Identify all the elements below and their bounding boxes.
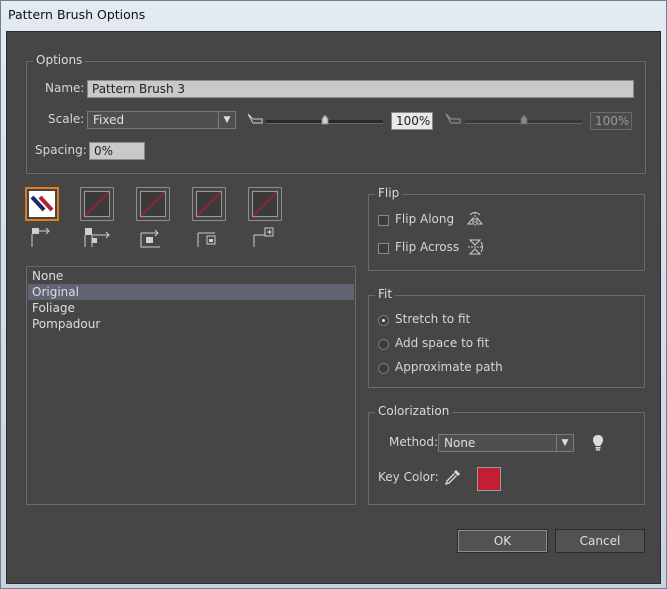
options-group: Options Name: Pattern Brush 3 Scale: Fix…	[26, 53, 646, 174]
scale-min-icon	[247, 113, 263, 124]
chevron-down-icon: ▼	[556, 435, 573, 451]
method-select[interactable]: None ▼	[438, 434, 574, 452]
tile-end-preview	[252, 191, 278, 217]
ok-button[interactable]: OK	[457, 529, 548, 553]
scale-min-slider-thumb[interactable]	[321, 115, 329, 125]
tile-outer-corner-preview	[84, 191, 110, 217]
stretch-to-fit-radio[interactable]	[378, 315, 389, 326]
no-pattern-slash-icon	[253, 192, 277, 216]
scale-max-percent: 100%	[590, 112, 632, 130]
spacing-label: Spacing:	[35, 143, 87, 157]
inner-corner-tile-icon	[140, 229, 160, 248]
tile-side-preview	[29, 191, 55, 217]
tile-inner-corner-preview	[140, 191, 166, 217]
window-title: Pattern Brush Options	[8, 7, 146, 22]
list-item[interactable]: Pompadour	[28, 316, 354, 332]
dialog-window: Pattern Brush Options Options Name: Patt…	[0, 0, 667, 589]
scale-max-icon	[445, 113, 461, 124]
pattern-list[interactable]: None Original Foliage Pompadour	[26, 266, 356, 505]
flip-across-icon	[468, 239, 483, 255]
colorization-group: Colorization Method: None ▼ Key Color:	[368, 404, 645, 505]
flip-along-label[interactable]: Flip Along	[395, 212, 454, 226]
name-input[interactable]: Pattern Brush 3	[87, 80, 634, 98]
flip-along-checkbox[interactable]	[378, 215, 389, 226]
scale-select-value: Fixed	[93, 113, 125, 127]
tile-start-button[interactable]	[192, 187, 226, 221]
outer-corner-tile-icon	[84, 228, 110, 247]
tile-start-preview	[196, 191, 222, 217]
fit-group: Fit Stretch to fit Add space to fit Appr…	[368, 287, 645, 388]
method-label: Method:	[389, 435, 439, 449]
flip-along-icon	[466, 212, 484, 226]
stretch-to-fit-label[interactable]: Stretch to fit	[395, 312, 470, 326]
end-tile-icon	[253, 227, 274, 247]
flip-across-checkbox[interactable]	[378, 243, 389, 254]
approximate-path-label[interactable]: Approximate path	[395, 360, 503, 374]
scale-max-slider-thumb	[520, 115, 528, 125]
no-pattern-slash-icon	[85, 192, 109, 216]
key-color-label: Key Color:	[378, 470, 439, 484]
method-select-value: None	[444, 436, 476, 450]
list-item[interactable]: Original	[28, 284, 354, 300]
dialog-body: Options Name: Pattern Brush 3 Scale: Fix…	[6, 31, 661, 584]
list-item[interactable]: None	[28, 268, 354, 284]
spacing-input[interactable]: 0%	[89, 142, 145, 160]
scale-min-percent[interactable]: 100%	[391, 112, 433, 130]
chevron-down-icon: ▼	[218, 112, 235, 128]
title-bar[interactable]: Pattern Brush Options	[1, 1, 666, 31]
list-item[interactable]: Foliage	[28, 300, 354, 316]
tile-side-button[interactable]	[25, 187, 59, 221]
key-color-swatch[interactable]	[477, 467, 501, 491]
no-pattern-slash-icon	[197, 192, 221, 216]
name-label: Name:	[45, 81, 85, 95]
start-tile-icon	[197, 232, 216, 247]
tile-outer-corner-button[interactable]	[80, 187, 114, 221]
flip-legend: Flip	[375, 186, 403, 200]
cancel-button[interactable]: Cancel	[555, 529, 645, 553]
colorization-legend: Colorization	[375, 404, 453, 418]
no-pattern-slash-icon	[141, 192, 165, 216]
add-space-to-fit-radio[interactable]	[378, 339, 389, 350]
scale-select[interactable]: Fixed ▼	[87, 111, 236, 129]
options-legend: Options	[33, 53, 86, 67]
tile-end-button[interactable]	[248, 187, 282, 221]
side-tile-icon	[31, 227, 50, 247]
pattern-stripes-icon	[30, 195, 54, 212]
lightbulb-tips-icon[interactable]	[591, 434, 605, 452]
eyedropper-icon[interactable]	[445, 469, 461, 485]
approximate-path-radio[interactable]	[378, 363, 389, 374]
flip-group: Flip Flip Along Flip Across	[368, 186, 645, 271]
fit-legend: Fit	[375, 287, 396, 301]
tile-inner-corner-button[interactable]	[136, 187, 170, 221]
scale-label: Scale:	[48, 112, 85, 126]
flip-across-label[interactable]: Flip Across	[395, 240, 459, 254]
add-space-to-fit-label[interactable]: Add space to fit	[395, 336, 489, 350]
